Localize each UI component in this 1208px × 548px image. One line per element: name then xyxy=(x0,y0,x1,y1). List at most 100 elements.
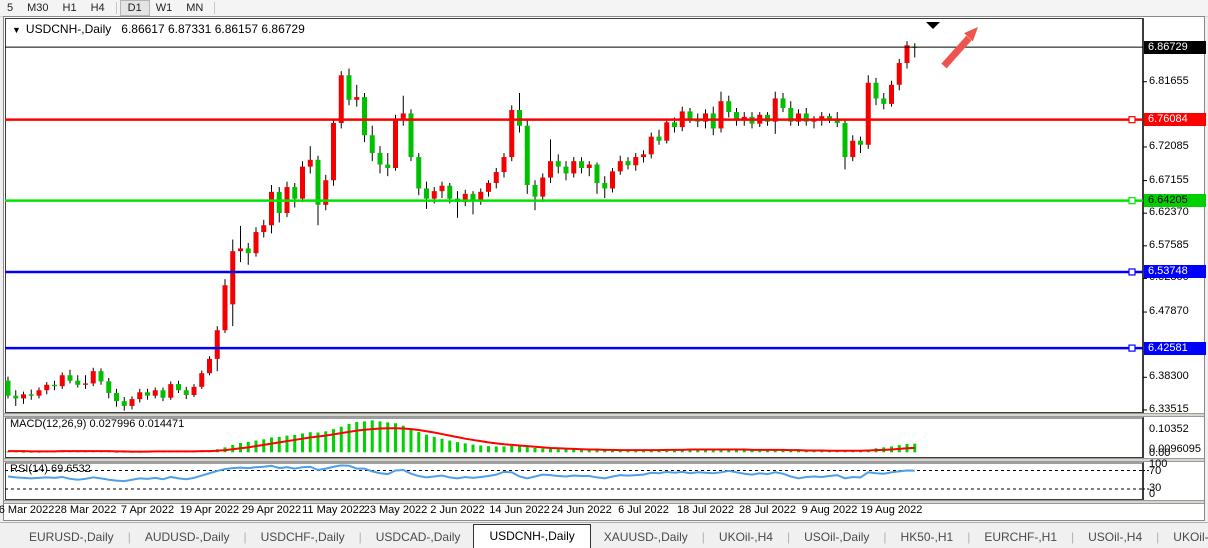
date-axis-label: 23 May 2022 xyxy=(364,504,428,516)
pane-splitter[interactable] xyxy=(4,413,1204,417)
candle-bull xyxy=(773,98,778,121)
candle-bear xyxy=(517,110,522,126)
mt4-window: 5M30H1H4D1W1MN ▼USDCNH-,Daily6.86617 6.8… xyxy=(0,0,1208,548)
candle-bear xyxy=(246,248,251,253)
macd-histogram-bar xyxy=(278,437,281,452)
candle-bear xyxy=(52,385,57,386)
date-axis-label: 19 Apr 2022 xyxy=(180,504,239,516)
candle-bull xyxy=(91,371,96,383)
candle-bear xyxy=(525,126,530,185)
candle-bull xyxy=(354,97,359,100)
candle-bull xyxy=(571,161,576,173)
candle-bear xyxy=(626,161,631,165)
candle-bull xyxy=(130,399,135,406)
candle-bull xyxy=(641,154,646,157)
date-axis-label: 19 Aug 2022 xyxy=(861,504,923,516)
macd-histogram-bar xyxy=(464,443,467,452)
candle-bear xyxy=(292,187,297,199)
candle-bear xyxy=(424,188,429,198)
macd-histogram-bar xyxy=(355,422,358,452)
candle-bull xyxy=(199,373,204,387)
price-label-box: 6.64205 xyxy=(1144,194,1206,207)
date-axis-label: 28 Mar 2022 xyxy=(55,504,117,516)
candle-bear xyxy=(277,192,282,213)
hline-handle xyxy=(1129,345,1135,351)
macd-histogram-bar xyxy=(448,441,451,453)
candle-bear xyxy=(145,392,150,395)
date-axis-label: 16 Mar 2022 xyxy=(0,504,54,516)
date-axis-label: 29 Apr 2022 xyxy=(242,504,301,516)
macd-histogram-bar xyxy=(286,436,289,453)
date-axis-label: 14 Jun 2022 xyxy=(489,504,550,516)
price-tick-label: 6.62370 xyxy=(1149,206,1189,218)
price-tick-label: 6.67155 xyxy=(1149,174,1189,186)
candle-bull xyxy=(440,186,445,191)
macd-histogram-bar xyxy=(348,424,351,452)
candle-bull xyxy=(261,225,266,232)
candle-bull xyxy=(230,251,235,304)
candle-bull xyxy=(502,157,507,172)
pane-splitter[interactable] xyxy=(4,458,1204,462)
macd-histogram-bar xyxy=(433,437,436,452)
macd-histogram-bar xyxy=(309,432,312,452)
macd-histogram-bar xyxy=(518,446,521,452)
rsi-scale-label: 70 xyxy=(1149,465,1161,477)
price-tick-label: 6.47870 xyxy=(1149,305,1189,317)
candle-bear xyxy=(556,161,561,166)
chart-symbol-label: USDCNH-,Daily xyxy=(26,22,111,36)
macd-histogram-bar xyxy=(417,432,420,452)
candle-bull xyxy=(21,394,26,398)
macd-histogram-bar xyxy=(557,449,560,452)
candle-bull xyxy=(649,137,654,155)
date-axis-label: 28 Jul 2022 xyxy=(739,504,796,516)
candle-bull xyxy=(153,390,158,395)
candle-bull xyxy=(633,157,638,165)
macd-histogram-bar xyxy=(503,446,506,452)
candle-bull xyxy=(486,183,491,192)
macd-histogram-bar xyxy=(472,445,475,453)
candle-bull xyxy=(300,167,305,199)
macd-histogram-bar xyxy=(526,447,529,452)
bar-marker-triangle-icon xyxy=(926,22,940,29)
macd-histogram-bar xyxy=(441,439,444,453)
candle-bull xyxy=(719,101,724,128)
candle-bull xyxy=(83,383,88,384)
candle-bear xyxy=(161,390,166,397)
candle-bull xyxy=(478,192,483,200)
price-tick-label: 6.57585 xyxy=(1149,239,1189,251)
candle-bear xyxy=(471,194,476,200)
macd-histogram-bar xyxy=(495,446,498,452)
symbol-dropdown-icon[interactable]: ▼ xyxy=(12,25,21,35)
macd-indicator-label: MACD(12,26,9) 0.027996 0.014471 xyxy=(10,418,184,430)
candle-bull xyxy=(223,285,228,330)
candle-bear xyxy=(75,381,80,385)
candle-bear xyxy=(711,113,716,128)
candle-bear xyxy=(564,167,569,174)
candle-bull xyxy=(889,85,894,104)
candle-bull xyxy=(664,122,669,140)
candle-bear xyxy=(579,161,584,168)
candle-bull xyxy=(215,330,220,359)
candle-bear xyxy=(184,390,189,395)
hline-handle xyxy=(1129,198,1135,204)
candle-bear xyxy=(416,157,421,188)
candle-bull xyxy=(207,359,212,373)
chart-title: ▼USDCNH-,Daily6.86617 6.87331 6.86157 6.… xyxy=(12,22,305,36)
candle-bear xyxy=(114,393,119,401)
price-tick-label: 6.81655 xyxy=(1149,75,1189,87)
price-label-box: 6.86729 xyxy=(1144,41,1206,54)
candle-bear xyxy=(533,185,538,197)
macd-histogram-bar xyxy=(541,449,544,453)
macd-histogram-bar xyxy=(340,427,343,453)
macd-scale-label: 0.10352 xyxy=(1149,423,1189,435)
candle-bear xyxy=(29,394,34,395)
candle-bull xyxy=(393,120,398,168)
macd-scale-label: 0.00 xyxy=(1149,447,1170,459)
candle-bear xyxy=(176,384,181,390)
candle-bull xyxy=(866,83,871,145)
date-axis-label: 9 Aug 2022 xyxy=(802,504,858,516)
candle-bear xyxy=(602,183,607,188)
candle-bull xyxy=(269,192,274,225)
macd-histogram-bar xyxy=(386,422,389,452)
candle-bear xyxy=(858,141,863,145)
